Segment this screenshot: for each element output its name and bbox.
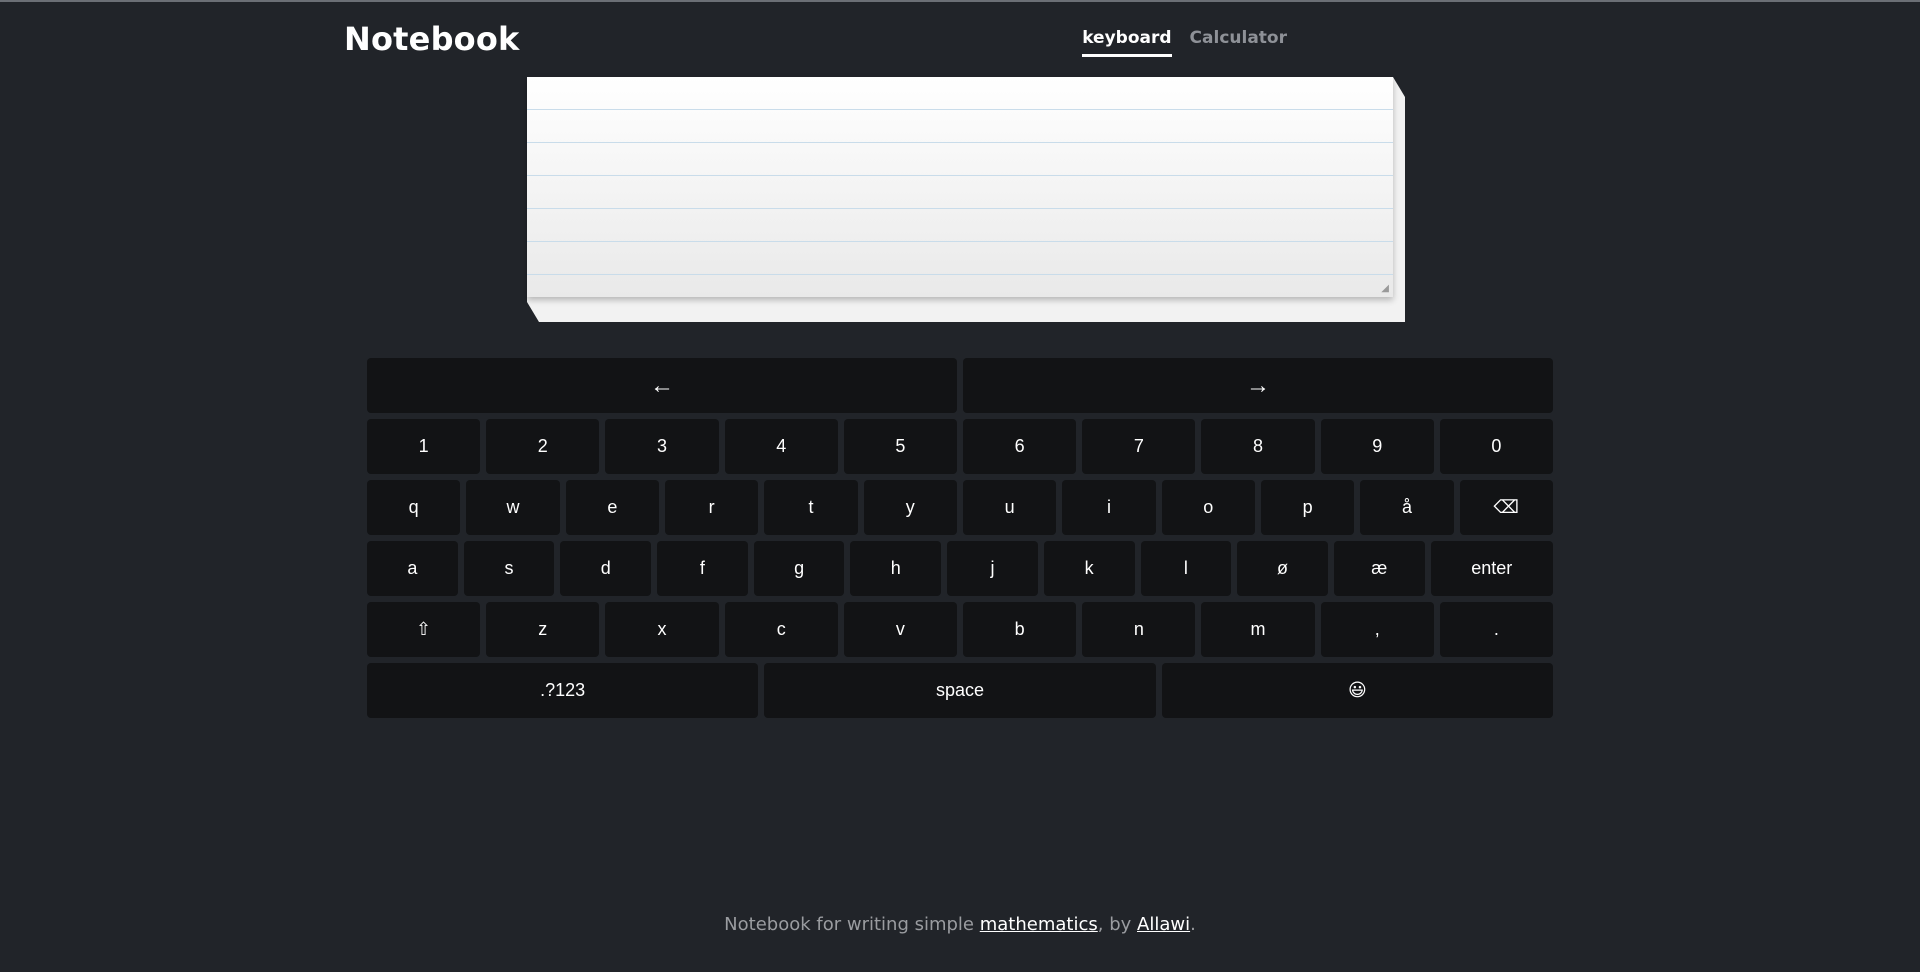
author-link[interactable]: Allawi xyxy=(1137,914,1190,935)
key-emoji[interactable]: 😃 xyxy=(1161,663,1553,718)
key-a[interactable]: a xyxy=(367,541,458,596)
footer-suffix: . xyxy=(1190,914,1196,935)
key-arrow-right[interactable]: → xyxy=(963,358,1553,413)
key-4[interactable]: 4 xyxy=(724,419,838,474)
footer-middle: , by xyxy=(1097,914,1137,935)
key-symbols[interactable]: .?123 xyxy=(367,663,759,718)
footer-prefix: Notebook for writing simple xyxy=(724,914,980,935)
key-c[interactable]: c xyxy=(724,602,838,657)
key-e[interactable]: e xyxy=(565,480,659,535)
key-y[interactable]: y xyxy=(863,480,957,535)
key-3[interactable]: 3 xyxy=(605,419,719,474)
keyboard-row-arrows: ← → xyxy=(367,358,1553,413)
mode-tabs: keyboard Calculator xyxy=(1082,28,1287,57)
key-v[interactable]: v xyxy=(843,602,958,657)
keyboard-row-q: q w e r t y u i o p å ⌫ xyxy=(367,480,1553,535)
onscreen-keyboard: ← → 1 2 3 4 5 6 7 8 9 0 q w e r t y u i … xyxy=(367,358,1554,724)
key-1[interactable]: 1 xyxy=(367,419,481,474)
key-i[interactable]: i xyxy=(1062,480,1156,535)
key-k[interactable]: k xyxy=(1043,541,1135,596)
key-7[interactable]: 7 xyxy=(1082,419,1196,474)
key-6[interactable]: 6 xyxy=(963,419,1077,474)
notebook-textarea[interactable] xyxy=(527,77,1393,297)
key-s[interactable]: s xyxy=(463,541,555,596)
key-h[interactable]: h xyxy=(850,541,942,596)
key-9[interactable]: 9 xyxy=(1320,419,1434,474)
key-w[interactable]: w xyxy=(466,480,560,535)
key-x[interactable]: x xyxy=(605,602,719,657)
key-u[interactable]: u xyxy=(962,480,1057,535)
tab-calculator[interactable]: Calculator xyxy=(1190,28,1287,57)
mathematics-link[interactable]: mathematics xyxy=(980,914,1098,935)
app-title: Notebook xyxy=(344,20,520,58)
key-o[interactable]: o xyxy=(1161,480,1255,535)
key-p[interactable]: p xyxy=(1260,480,1355,535)
key-r[interactable]: r xyxy=(664,480,759,535)
key-backspace[interactable]: ⌫ xyxy=(1459,480,1553,535)
key-f[interactable]: f xyxy=(657,541,748,596)
keyboard-row-bottom: .?123 space 😃 xyxy=(367,663,1553,718)
key-5[interactable]: 5 xyxy=(843,419,958,474)
tab-keyboard[interactable]: keyboard xyxy=(1082,28,1172,57)
key-arrow-left[interactable]: ← xyxy=(367,358,957,413)
key-2[interactable]: 2 xyxy=(486,419,600,474)
notebook-paper: ◢ xyxy=(527,77,1405,322)
key-b[interactable]: b xyxy=(963,602,1077,657)
key-o-slash[interactable]: ø xyxy=(1237,541,1328,596)
key-g[interactable]: g xyxy=(753,541,845,596)
key-j[interactable]: j xyxy=(947,541,1038,596)
keyboard-row-z: ⇧ z x c v b n m , . xyxy=(367,602,1554,657)
keyboard-row-a: a s d f g h j k l ø æ enter xyxy=(367,541,1553,596)
resize-grip-icon[interactable]: ◢ xyxy=(1381,283,1389,294)
key-a-ring[interactable]: å xyxy=(1360,480,1454,535)
key-period[interactable]: . xyxy=(1439,602,1554,657)
key-space[interactable]: space xyxy=(764,663,1156,718)
key-l[interactable]: l xyxy=(1140,541,1232,596)
key-8[interactable]: 8 xyxy=(1201,419,1315,474)
page-footer: Notebook for writing simple mathematics,… xyxy=(0,914,1920,935)
key-enter[interactable]: enter xyxy=(1430,541,1553,596)
key-ae[interactable]: æ xyxy=(1333,541,1425,596)
key-comma[interactable]: , xyxy=(1320,602,1434,657)
key-shift[interactable]: ⇧ xyxy=(367,602,481,657)
keyboard-row-numbers: 1 2 3 4 5 6 7 8 9 0 xyxy=(367,419,1554,474)
key-q[interactable]: q xyxy=(367,480,461,535)
key-z[interactable]: z xyxy=(486,602,600,657)
key-t[interactable]: t xyxy=(764,480,858,535)
key-0[interactable]: 0 xyxy=(1439,419,1554,474)
key-d[interactable]: d xyxy=(560,541,652,596)
key-n[interactable]: n xyxy=(1082,602,1196,657)
key-m[interactable]: m xyxy=(1201,602,1315,657)
